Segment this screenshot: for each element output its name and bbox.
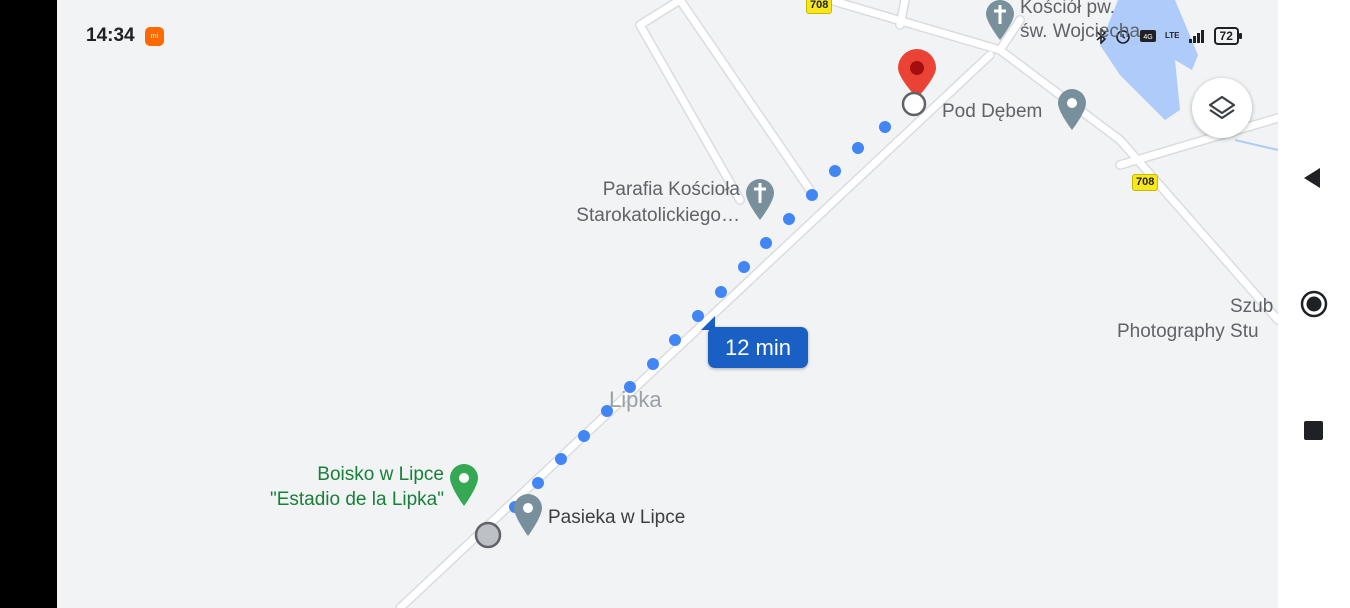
origin-marker [474, 521, 502, 549]
home-circle-icon[interactable] [1300, 290, 1328, 318]
recents-square-icon[interactable] [1304, 421, 1323, 440]
lipka-area-label: Lipka [609, 387, 662, 412]
boisko-label-line1[interactable]: Boisko w Lipce [230, 463, 444, 486]
layers-button[interactable] [1192, 78, 1252, 138]
eta-badge[interactable]: 12 min [708, 327, 808, 368]
back-triangle-icon[interactable] [1302, 167, 1322, 189]
place-pin-icon-pasieka[interactable] [512, 492, 544, 538]
layers-icon [1208, 95, 1236, 120]
pasieka-label[interactable]: Pasieka w Lipce [548, 506, 685, 529]
boisko-label-line2[interactable]: "Estadio de la Lipka" [214, 488, 444, 511]
sports-pin-icon[interactable] [448, 462, 480, 508]
